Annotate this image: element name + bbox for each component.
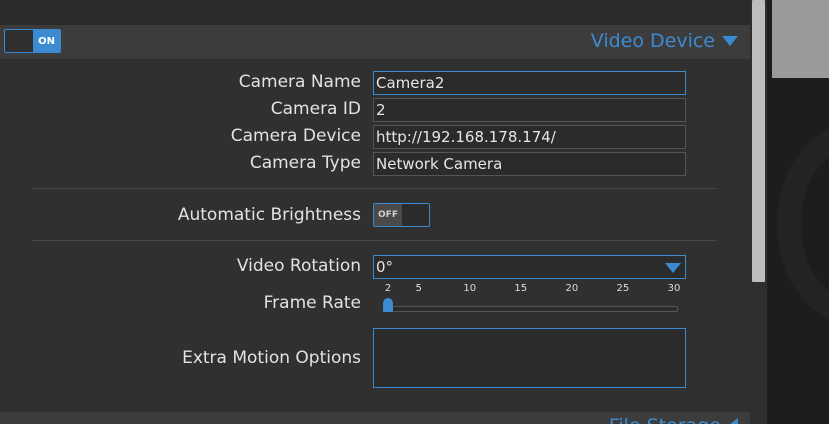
chevron-left-icon: [728, 418, 738, 424]
camera-name-label: Camera Name: [238, 72, 361, 92]
divider: [32, 188, 717, 189]
toggle-knob: [402, 204, 429, 226]
camera-device-input[interactable]: [373, 125, 686, 149]
settings-panel: ON Video Device Camera Name Camera ID Ca…: [0, 0, 750, 424]
frame-rate-tick-label: 2: [384, 283, 392, 294]
scrollbar-thumb[interactable]: [752, 0, 765, 282]
camera-name-input[interactable]: [373, 71, 686, 95]
camera-id-label: Camera ID: [270, 99, 361, 119]
video-rotation-value: 0°: [376, 258, 394, 276]
next-section-title-text: File Storage: [609, 415, 721, 424]
camera-type-label: Camera Type: [249, 153, 361, 173]
chevron-down-icon: [722, 36, 738, 46]
frame-rate-tick-label: 25: [616, 283, 630, 294]
toggle-state-label: OFF: [374, 204, 402, 226]
previous-section-strip: [0, 0, 750, 25]
section-title[interactable]: Video Device: [591, 30, 738, 52]
divider: [32, 240, 717, 241]
extra-motion-options-textarea[interactable]: [373, 328, 686, 388]
automatic-brightness-label: Automatic Brightness: [177, 205, 361, 225]
camera-preview-area: [767, 0, 829, 424]
frame-rate-tick-label: 5: [415, 283, 422, 294]
camera-type-input[interactable]: [373, 152, 686, 176]
camera-preview-frame: [772, 0, 829, 78]
chevron-down-icon: [665, 263, 681, 273]
frame-rate-tick-label: 20: [565, 283, 579, 294]
video-rotation-select[interactable]: 0°: [373, 255, 686, 279]
frame-rate-label: Frame Rate: [263, 293, 361, 313]
extra-motion-options-label: Extra Motion Options: [182, 348, 361, 368]
automatic-brightness-toggle[interactable]: OFF: [373, 203, 430, 227]
watermark-logo: [777, 120, 829, 328]
video-device-section-header: ON Video Device: [0, 25, 750, 59]
camera-id-input[interactable]: [373, 98, 686, 122]
frame-rate-slider[interactable]: 2 5 10 15 20 25 30: [373, 283, 686, 323]
frame-rate-tick-label: 15: [514, 283, 528, 294]
slider-track[interactable]: [384, 306, 678, 312]
file-storage-section-header[interactable]: File Storage: [0, 412, 750, 424]
video-device-enable-toggle[interactable]: ON: [4, 29, 61, 53]
section-title-text: Video Device: [590, 30, 715, 52]
toggle-knob: [5, 30, 33, 52]
toggle-state-label: ON: [33, 30, 60, 52]
slider-handle[interactable]: [383, 298, 393, 312]
video-rotation-label: Video Rotation: [236, 256, 361, 276]
frame-rate-tick-label: 10: [463, 283, 477, 294]
frame-rate-tick-label: 30: [667, 283, 681, 294]
panel-scrollbar[interactable]: [750, 0, 767, 424]
next-section-title[interactable]: File Storage: [609, 415, 738, 424]
camera-device-label: Camera Device: [230, 126, 361, 146]
